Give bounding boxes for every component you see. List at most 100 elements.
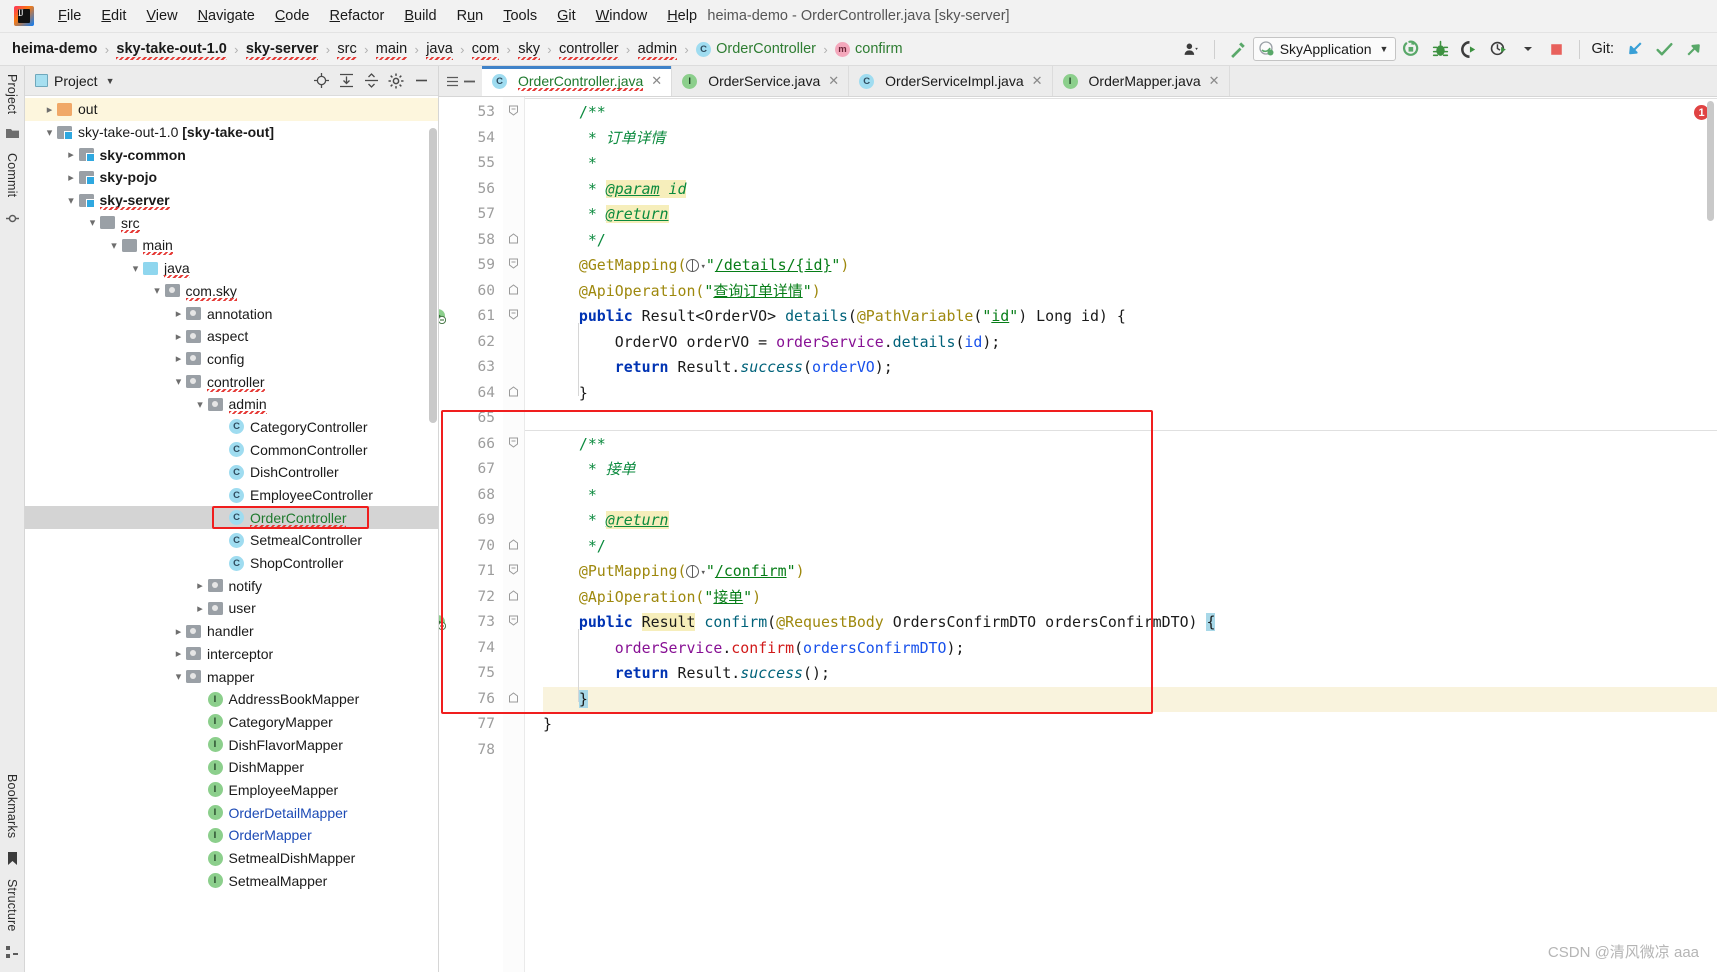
code-line-64[interactable]: } (543, 381, 1717, 407)
code-line-63[interactable]: return Result.success(orderVO); (543, 355, 1717, 381)
menu-help[interactable]: Help (657, 5, 707, 27)
tree-node-interceptor[interactable]: interceptor (25, 643, 438, 666)
chevron-down-icon[interactable] (171, 670, 186, 683)
menu-tools[interactable]: Tools (493, 5, 547, 27)
fold-start-icon[interactable] (508, 437, 519, 448)
menu-build[interactable]: Build (394, 5, 446, 27)
fold-start-icon[interactable] (508, 564, 519, 575)
code-line-68[interactable]: * (543, 483, 1717, 509)
fold-end-icon[interactable] (508, 232, 519, 244)
settings-gear-icon[interactable] (385, 70, 407, 92)
close-icon[interactable]: ✕ (1209, 73, 1220, 89)
source-code-text[interactable]: /** * 订单详情 * * @param id * @return */ @G… (441, 97, 1717, 972)
chevron-right-icon[interactable] (193, 579, 208, 592)
code-line-61[interactable]: public Result<OrderVO> details(@PathVari… (543, 304, 1717, 330)
menu-refactor[interactable]: Refactor (320, 5, 395, 27)
tree-node-admin[interactable]: admin (25, 393, 438, 416)
menu-run[interactable]: Run (447, 5, 494, 27)
tree-node-commoncontroller[interactable]: C CommonController (25, 438, 438, 461)
tree-node-sky-server[interactable]: sky-server (25, 189, 438, 212)
tree-node-dishflavormapper[interactable]: I DishFlavorMapper (25, 733, 438, 756)
breadcrumb-item-sky-take-out[interactable]: sky-take-out-1.0 (116, 41, 228, 60)
tree-node-annotation[interactable]: annotation (25, 302, 438, 325)
breadcrumb-item-sky-server[interactable]: sky-server (245, 41, 318, 60)
hide-editor-icon[interactable] (463, 75, 476, 88)
tree-node-main[interactable]: main (25, 234, 438, 257)
menu-file[interactable]: File (48, 5, 91, 27)
code-line-66[interactable]: /** (543, 432, 1717, 458)
chevron-right-icon[interactable] (171, 625, 186, 638)
chevron-down-icon[interactable] (128, 262, 143, 275)
code-line-57[interactable]: * @return (543, 202, 1717, 228)
git-push-icon[interactable] (1680, 37, 1707, 62)
tree-node-sky-pojo[interactable]: sky-pojo (25, 166, 438, 189)
tree-node-setmealdishmapper[interactable]: I SetmealDishMapper (25, 847, 438, 870)
chevron-down-icon[interactable] (85, 216, 100, 229)
run-method-gutter-icon[interactable] (439, 308, 446, 324)
tree-node-config[interactable]: config (25, 348, 438, 371)
code-line-58[interactable]: */ (543, 228, 1717, 254)
breadcrumb-item-controller[interactable]: controller (558, 41, 619, 60)
code-line-56[interactable]: * @param id (543, 177, 1717, 203)
run-with-coverage-icon[interactable] (1456, 37, 1483, 62)
tab-orderservice-java[interactable]: I OrderService.java ✕ (672, 66, 850, 96)
rail-button-structure[interactable]: Structure (5, 871, 19, 940)
chevron-right-icon[interactable] (64, 171, 79, 184)
fold-start-icon[interactable] (508, 615, 519, 626)
breadcrumb-item-confirm[interactable]: m confirm (835, 41, 903, 57)
code-line-73[interactable]: public Result confirm(@RequestBody Order… (543, 610, 1717, 636)
code-line-60[interactable]: @ApiOperation("查询订单详情") (543, 279, 1717, 305)
breadcrumb-item-sky[interactable]: sky (518, 41, 540, 60)
close-icon[interactable]: ✕ (651, 73, 662, 89)
project-scrollbar[interactable] (429, 128, 437, 423)
collapse-all-icon[interactable] (360, 70, 382, 92)
tree-node-categorymapper[interactable]: I CategoryMapper (25, 711, 438, 734)
menu-edit[interactable]: Edit (91, 5, 136, 27)
chevron-right-icon[interactable] (171, 647, 186, 660)
fold-start-icon[interactable] (508, 105, 519, 116)
code-line-71[interactable]: @PutMapping(▾"/confirm") (543, 559, 1717, 585)
tab-list-icon[interactable] (447, 76, 458, 87)
chevron-down-icon[interactable] (150, 284, 165, 297)
menu-navigate[interactable]: Navigate (188, 5, 265, 27)
close-icon[interactable]: ✕ (828, 73, 839, 89)
code-line-55[interactable]: * (543, 151, 1717, 177)
tree-node-orderdetailmapper[interactable]: I OrderDetailMapper (25, 801, 438, 824)
tree-node-controller[interactable]: controller (25, 370, 438, 393)
tree-node-ordercontroller[interactable]: C OrderController (25, 506, 438, 530)
code-line-59[interactable]: @GetMapping(▾"/details/{id}") (543, 253, 1717, 279)
chevron-right-icon[interactable] (171, 307, 186, 320)
tree-node-src[interactable]: src (25, 211, 438, 234)
chevron-right-icon[interactable] (171, 352, 186, 365)
code-view[interactable]: 53 54 55 56 57 58 59 60 61 62 63 64 65 66 67 68 69 70 71 72… (439, 97, 1717, 972)
tree-node-employeemapper[interactable]: I EmployeeMapper (25, 779, 438, 802)
tree-node-user[interactable]: user (25, 597, 438, 620)
tree-node-setmealcontroller[interactable]: C SetmealController (25, 529, 438, 552)
tree-node-notify[interactable]: notify (25, 574, 438, 597)
chevron-right-icon[interactable] (42, 103, 57, 116)
chevron-right-icon[interactable] (171, 330, 186, 343)
tree-node-handler[interactable]: handler (25, 620, 438, 643)
tab-ordermapper-java[interactable]: I OrderMapper.java ✕ (1052, 66, 1230, 96)
tree-node-setmealmapper[interactable]: I SetmealMapper (25, 869, 438, 892)
code-line-78[interactable] (543, 738, 1717, 764)
tree-node-aspect[interactable]: aspect (25, 325, 438, 348)
stop-icon[interactable] (1543, 37, 1570, 62)
tree-node-sky-take-out-1-0-sky-take-out[interactable]: sky-take-out-1.0 [sky-take-out] (25, 121, 438, 144)
code-line-74[interactable]: orderService.confirm(ordersConfirmDTO); (543, 636, 1717, 662)
breadcrumb-item-admin[interactable]: admin (637, 41, 677, 60)
code-line-69[interactable]: * @return (543, 508, 1717, 534)
fold-end-icon[interactable] (508, 538, 519, 550)
locate-icon[interactable] (310, 70, 332, 92)
code-line-67[interactable]: * 接单 (543, 457, 1717, 483)
chevron-down-icon[interactable]: ▼ (106, 76, 115, 86)
tree-node-mapper[interactable]: mapper (25, 665, 438, 688)
code-folding-gutter[interactable] (503, 97, 525, 972)
breadcrumb-item-main[interactable]: main (375, 41, 408, 60)
chevron-down-icon[interactable] (42, 126, 57, 139)
hide-panel-icon[interactable] (410, 70, 432, 92)
code-line-76[interactable]: } (543, 686, 1717, 712)
menu-view[interactable]: View (136, 5, 187, 27)
git-update-icon[interactable] (1622, 37, 1649, 62)
menu-window[interactable]: Window (586, 5, 658, 27)
